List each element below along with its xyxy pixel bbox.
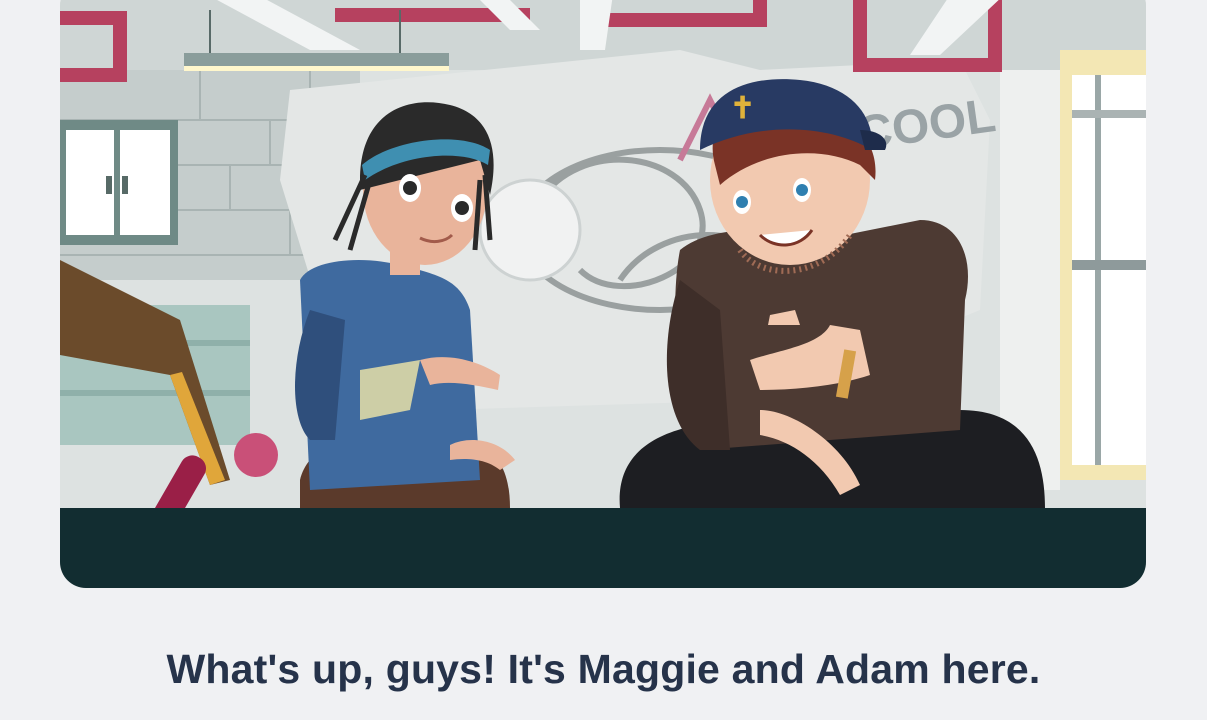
floor bbox=[60, 508, 1146, 588]
subtitle-caption: What's up, guys! It's Maggie and Adam he… bbox=[166, 646, 1041, 692]
basement-window bbox=[60, 120, 178, 245]
basement-scene-illustration: COOL ✝ bbox=[60, 0, 1146, 588]
right-window bbox=[1060, 50, 1146, 480]
video-frame-illustration: COOL ✝ bbox=[60, 0, 1146, 588]
svg-text:✝: ✝ bbox=[730, 92, 755, 125]
